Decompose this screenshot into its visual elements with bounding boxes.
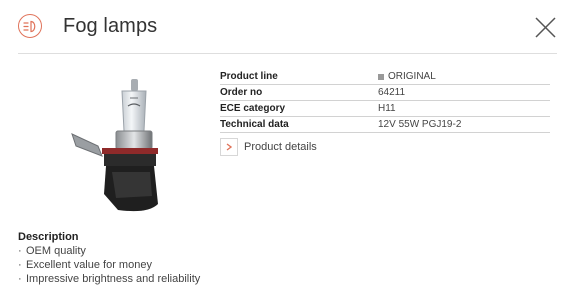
spec-row-product-line: Product line ORIGINAL — [220, 69, 550, 85]
product-image — [58, 76, 166, 216]
spec-value: H11 — [378, 103, 396, 114]
spec-value: 12V 55W PGJ19-2 — [378, 119, 462, 130]
list-item-text: OEM quality — [26, 245, 86, 257]
list-item: · Impressive brightness and reliability — [18, 273, 201, 285]
header-divider — [18, 53, 557, 54]
close-icon[interactable] — [535, 17, 556, 38]
description-section: Description · OEM quality · Excellent valu… — [18, 230, 200, 286]
spec-row-order-no: Order no 64211 — [220, 85, 550, 101]
list-item: · Excellent value for money — [18, 259, 152, 271]
list-item-text: Excellent value for money — [26, 259, 152, 271]
spec-label: Order no — [220, 87, 263, 98]
spec-value: ORIGINAL — [378, 69, 436, 84]
spec-row-ece-category: ECE category H11 — [220, 101, 550, 117]
spec-row-technical-data: Technical data 12V 55W PGJ19-2 — [220, 117, 550, 133]
product-details-link[interactable]: Product details — [220, 138, 317, 156]
spec-table: Product line ORIGINAL Order no 64211 ECE… — [220, 69, 550, 133]
chevron-right-icon[interactable] — [220, 138, 238, 156]
spec-label: ECE category — [220, 103, 286, 114]
product-line-value: ORIGINAL — [388, 71, 436, 82]
list-item-text: Impressive brightness and reliability — [26, 273, 201, 285]
close-button[interactable] — [535, 17, 556, 38]
description-list: · OEM quality · Excellent value for money … — [18, 244, 200, 286]
product-details-label[interactable]: Product details — [244, 141, 317, 153]
spec-label: Product line — [220, 71, 278, 82]
page-title: Fog lamps — [63, 15, 158, 37]
list-item: · OEM quality — [18, 245, 86, 257]
product-line-marker-icon — [378, 73, 384, 80]
fog-lamp-icon — [18, 14, 42, 38]
spec-value: 64211 — [378, 87, 406, 98]
spec-label: Technical data — [220, 119, 289, 130]
description-heading: Description — [18, 231, 79, 243]
